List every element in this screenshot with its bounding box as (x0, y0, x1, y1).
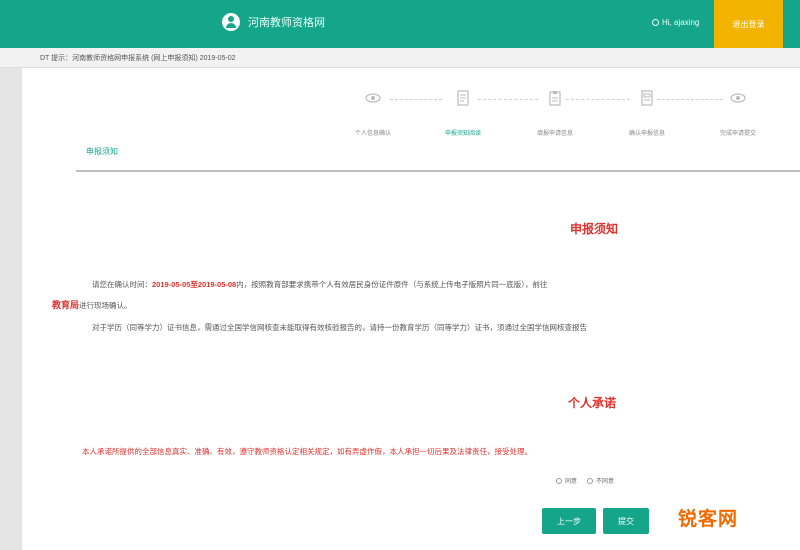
agree-label: 同意 (565, 479, 578, 485)
step-4: 确认申报信息 (617, 90, 677, 140)
eye-icon (365, 90, 381, 106)
declaration-line-3: 对于学历（同等学力）证书信息，需通过全国学信网核查未能取得有效核验报告的，请持一… (92, 323, 587, 332)
step-3: 填报申请信息 (525, 90, 585, 140)
username-label: Hi, ajaxing (662, 17, 700, 27)
user-logo-icon (222, 13, 240, 31)
commitment-text: 本人承诺所提供的全部信息真实、准确、有效，遵守教师资格认定相关规定，如有弄虚作假… (82, 447, 532, 456)
declaration-title: 申报须知 (570, 222, 619, 236)
declaration-rest: 内，按照教育部要求携带个人有效居民身份证件原件（与系统上传电子版照片同一底版），… (236, 280, 548, 289)
step-label: 填报申请信息 (536, 131, 573, 137)
step-label: 个人信息确认 (354, 131, 391, 137)
left-gutter (0, 68, 22, 550)
eye-icon (730, 90, 746, 106)
notice-text: DT 提示：河南教师资格网申报系统 (网上申报须知) 2019-05-02 (40, 55, 236, 62)
commitment-title: 个人承诺 (568, 396, 617, 410)
step-5: 完成申请提交 (708, 90, 768, 140)
top-navbar: 河南教师资格网 Hi, ajaxing 退出登录 (0, 0, 800, 48)
declaration-prefix: 请您在确认时间： (92, 280, 152, 289)
agree-radio[interactable] (556, 477, 562, 484)
declaration-line-2: 教育局进行现场确认。 (52, 298, 132, 311)
logout-button[interactable]: 退出登录 (714, 0, 783, 48)
step-label: 申报须知阅读 (444, 131, 481, 137)
declaration-line2-rest: 进行现场确认。 (79, 301, 132, 310)
clipboard-icon (547, 90, 563, 106)
disagree-label: 不同意 (596, 479, 615, 485)
tab-divider (76, 170, 800, 172)
tab-declaration[interactable]: 申报须知 (86, 146, 118, 157)
prev-button[interactable]: 上一步 (542, 508, 596, 534)
site-logo[interactable]: 河南教师资格网 (222, 10, 325, 34)
form-icon (639, 90, 655, 106)
notice-bar: DT 提示：河南教师资格网申报系统 (网上申报须知) 2019-05-02 (0, 48, 800, 68)
declaration-office: 教育局 (52, 300, 80, 310)
user-icon (652, 18, 659, 26)
disagree-radio[interactable] (587, 477, 594, 484)
submit-button[interactable]: 提交 (603, 508, 649, 534)
declaration-date: 2019-05-05至2019-05-08 (152, 280, 237, 289)
main-content (22, 68, 800, 550)
step-label: 完成申请提交 (719, 131, 756, 137)
step-2: 申报须知阅读 (433, 90, 493, 140)
site-name: 河南教师资格网 (248, 17, 325, 29)
step-1: 个人信息确认 (343, 90, 403, 140)
document-icon (455, 90, 471, 106)
watermark: 锐客网 (678, 509, 739, 530)
step-label: 确认申报信息 (628, 131, 665, 137)
agree-options: 同意 不同意 (556, 476, 624, 485)
declaration-line-1: 请您在确认时间：2019-05-05至2019-05-08内，按照教育部要求携带… (92, 279, 547, 290)
user-menu[interactable]: Hi, ajaxing (652, 15, 699, 29)
